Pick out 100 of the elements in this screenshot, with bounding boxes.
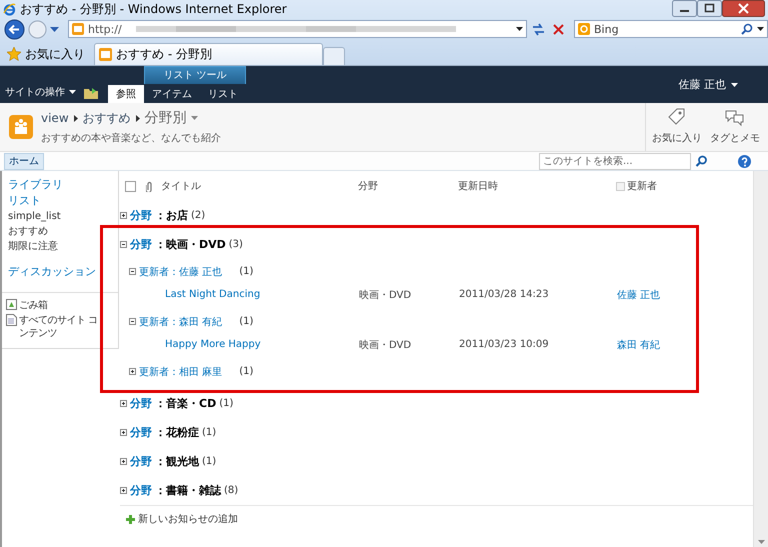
expand-icon[interactable] [120, 487, 127, 494]
user-menu[interactable]: 佐藤 正也 [672, 76, 744, 93]
group-label[interactable]: 更新者：相田 麻里 [139, 364, 222, 378]
site-icon [9, 115, 33, 139]
caret-icon[interactable] [731, 82, 738, 86]
ribbon-tab[interactable]: リスト [200, 85, 246, 103]
scrollbar[interactable] [753, 171, 768, 547]
address-field[interactable]: http:// [68, 20, 527, 38]
add-item-link[interactable]: 新しいお知らせの追加 [126, 512, 238, 526]
site-description: おすすめの本や音楽など、なんでも紹介 [41, 132, 222, 145]
nav-link[interactable]: ごみ箱 [2, 299, 118, 312]
expand-icon[interactable] [120, 400, 127, 407]
expand-icon[interactable] [120, 458, 127, 465]
ie-logo-icon [3, 2, 16, 16]
ribbon-action-button[interactable]: お気に入り [650, 107, 704, 151]
group-field[interactable]: 分野 [130, 454, 152, 469]
breadcrumb-link[interactable]: おすすめ [82, 110, 131, 126]
refresh-icon[interactable] [530, 20, 547, 38]
caret-icon[interactable] [516, 27, 523, 31]
favorites-button[interactable]: お気に入り [4, 43, 88, 65]
expand-icon[interactable] [120, 212, 127, 219]
folder-icon[interactable] [84, 87, 98, 99]
group-count: (1) [239, 366, 254, 377]
search-field[interactable]: Bing [574, 20, 768, 38]
tool-group-label: リスト ツール [144, 66, 246, 84]
ribbon-action-button[interactable]: タグとメモ [708, 107, 762, 151]
group-value: ：お店 [155, 208, 188, 223]
item-title-link[interactable]: Happy More Happy [165, 339, 261, 350]
minimize-icon[interactable] [672, 0, 697, 17]
group-field[interactable]: 分野 [130, 208, 152, 223]
document-icon [6, 314, 17, 326]
nav-heading[interactable]: ライブラリ [2, 177, 118, 193]
column-header[interactable]: 分野 [358, 181, 378, 192]
table-cell: 2011/03/23 10:09 [459, 339, 549, 350]
scroll-down-icon[interactable] [758, 540, 764, 544]
group-count: (1) [239, 316, 254, 327]
ribbon-tab[interactable]: アイテム [144, 85, 200, 103]
page-icon [72, 23, 84, 35]
breadcrumb-link[interactable]: view [41, 111, 69, 125]
table-cell: 2011/03/28 14:23 [459, 289, 549, 300]
recycle-bin-icon [6, 299, 17, 310]
address-text[interactable]: http:// [88, 22, 132, 36]
nav-link[interactable]: simple_list [2, 209, 118, 224]
column-header[interactable]: タイトル [161, 181, 201, 192]
item-title-link[interactable]: Last Night Dancing [165, 289, 260, 300]
group-label[interactable]: 更新者：佐藤 正也 [139, 264, 222, 278]
ribbon-tab[interactable]: 参照 [108, 85, 144, 103]
group-count: (8) [224, 485, 238, 496]
user-link[interactable]: 森田 有紀 [617, 340, 660, 350]
home-tab[interactable]: ホーム [4, 152, 44, 170]
nav-heading[interactable]: リスト [2, 193, 118, 209]
paperclip-icon [146, 180, 153, 192]
search-icon[interactable] [695, 154, 708, 168]
expand-icon[interactable] [129, 368, 136, 375]
collapse-icon[interactable] [129, 318, 136, 325]
column-icon [616, 182, 625, 190]
group-field[interactable]: 分野 [130, 483, 152, 498]
help-icon[interactable] [738, 154, 751, 168]
back-icon[interactable] [4, 18, 25, 40]
star-icon [7, 47, 21, 61]
table-cell: 映画・DVD [359, 290, 412, 300]
nav-link[interactable]: すべてのサイト コンテンツ [2, 314, 118, 340]
site-actions-menu[interactable]: サイトの操作 [5, 83, 76, 101]
nav-link[interactable]: おすすめ [2, 224, 118, 239]
group-value: ：書籍・雑誌 [155, 483, 221, 498]
window-title: おすすめ - 分野別 - Windows Internet Explorer [20, 0, 288, 18]
collapse-icon[interactable] [129, 268, 136, 275]
dropdown-icon[interactable] [50, 26, 59, 32]
table-cell: 映画・DVD [359, 340, 412, 350]
nav-link[interactable]: 期限に注意 [2, 239, 118, 254]
group-label[interactable]: 更新者：森田 有紀 [139, 314, 222, 328]
collapse-icon[interactable] [120, 241, 127, 248]
browser-tab[interactable]: おすすめ - 分野別 [94, 43, 323, 65]
user-link[interactable]: 佐藤 正也 [617, 290, 660, 300]
search-provider-text[interactable]: Bing [594, 22, 737, 36]
group-value: ：花粉症 [155, 425, 199, 440]
column-header[interactable]: 更新日時 [458, 181, 498, 192]
group-value: ：観光地 [155, 454, 199, 469]
expand-icon[interactable] [120, 429, 127, 436]
group-count: (1) [202, 427, 216, 438]
group-field[interactable]: 分野 [130, 237, 152, 252]
close-icon[interactable] [722, 0, 765, 17]
page-icon [99, 48, 112, 61]
caret-icon[interactable] [69, 90, 76, 94]
search-icon[interactable] [741, 23, 753, 35]
column-header[interactable]: 更新者 [627, 179, 657, 193]
plus-icon [126, 514, 135, 524]
checkbox[interactable] [125, 180, 136, 192]
group-field[interactable]: 分野 [130, 425, 152, 440]
nav-heading[interactable]: ディスカッション [2, 264, 118, 280]
group-value: ：映画・DVD [155, 237, 226, 252]
group-field[interactable]: 分野 [130, 396, 152, 411]
caret-icon[interactable] [757, 27, 764, 31]
arrow-icon [136, 114, 140, 122]
site-search-field[interactable]: このサイトを検索... [539, 152, 691, 170]
arrow-icon [74, 114, 78, 122]
group-count: (1) [202, 456, 216, 467]
maximize-icon[interactable] [697, 0, 722, 17]
group-count: (1) [239, 266, 254, 277]
group-count: (3) [228, 239, 243, 250]
